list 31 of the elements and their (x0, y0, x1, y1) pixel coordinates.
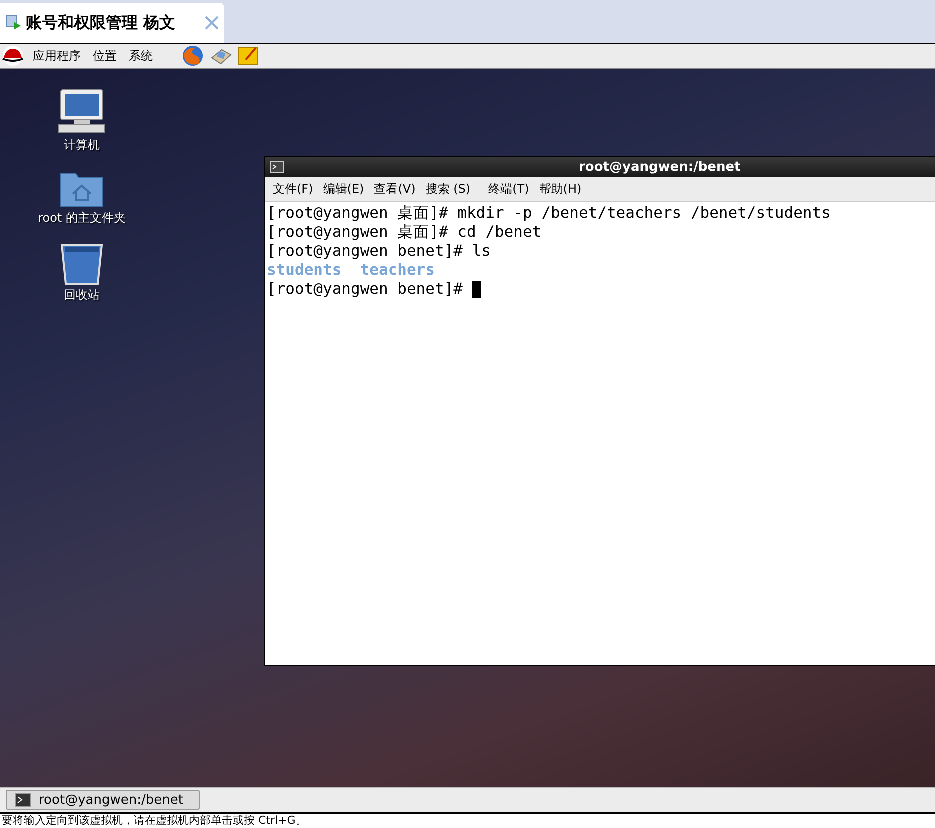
panel-menu[interactable]: 位置 (90, 48, 120, 64)
status-text: 要将输入定向到该虚拟机，请在虚拟机内部单击或按 Ctrl+G。 (1, 814, 308, 828)
panel-menu[interactable]: 应用程序 (30, 48, 84, 64)
window-title: root@yangwen:/benet (579, 160, 741, 174)
desktop-icon-label: 计算机 (64, 137, 100, 154)
menu-item[interactable]: 搜索 (S) (426, 180, 471, 198)
tab-title: 账号和权限管理 杨文 (26, 12, 177, 34)
menu-item[interactable]: 终端(T) (488, 180, 530, 198)
computer-icon[interactable] (58, 89, 106, 135)
terminal-prompt: [root@yangwen benet]# (267, 280, 464, 299)
panel-menu[interactable]: 系统 (126, 48, 156, 64)
document-tab[interactable]: 账号和权限管理 杨文 (0, 3, 224, 43)
menu-item[interactable]: 查看(V) (374, 180, 416, 198)
taskbar-item[interactable]: root@yangwen:/benet (6, 790, 200, 810)
globe-icon[interactable] (182, 45, 204, 67)
desktop-icon-label: 回收站 (64, 287, 100, 304)
menu-item[interactable]: 帮助(H) (539, 180, 582, 198)
text-cursor (472, 281, 482, 298)
notepad-icon[interactable] (238, 46, 260, 66)
menu-item[interactable]: 文件(F) (273, 180, 314, 198)
terminal-icon (15, 793, 31, 807)
play-icon (6, 15, 22, 31)
terminal-line: [root@yangwen 桌面]# mkdir -p /benet/teachers /benet/students (267, 204, 832, 223)
trash-icon[interactable] (60, 243, 104, 285)
terminal-line: [root@yangwen benet]# ls (267, 242, 492, 261)
terminal-line: [root@yangwen 桌面]# cd /benet (267, 223, 543, 242)
terminal-icon (270, 161, 284, 173)
desktop-icon-label: root 的主文件夹 (38, 210, 126, 227)
directory-listing: students teachers (267, 261, 436, 280)
menu-item[interactable]: 编辑(E) (323, 180, 364, 198)
hat-logo-icon[interactable] (2, 46, 24, 66)
